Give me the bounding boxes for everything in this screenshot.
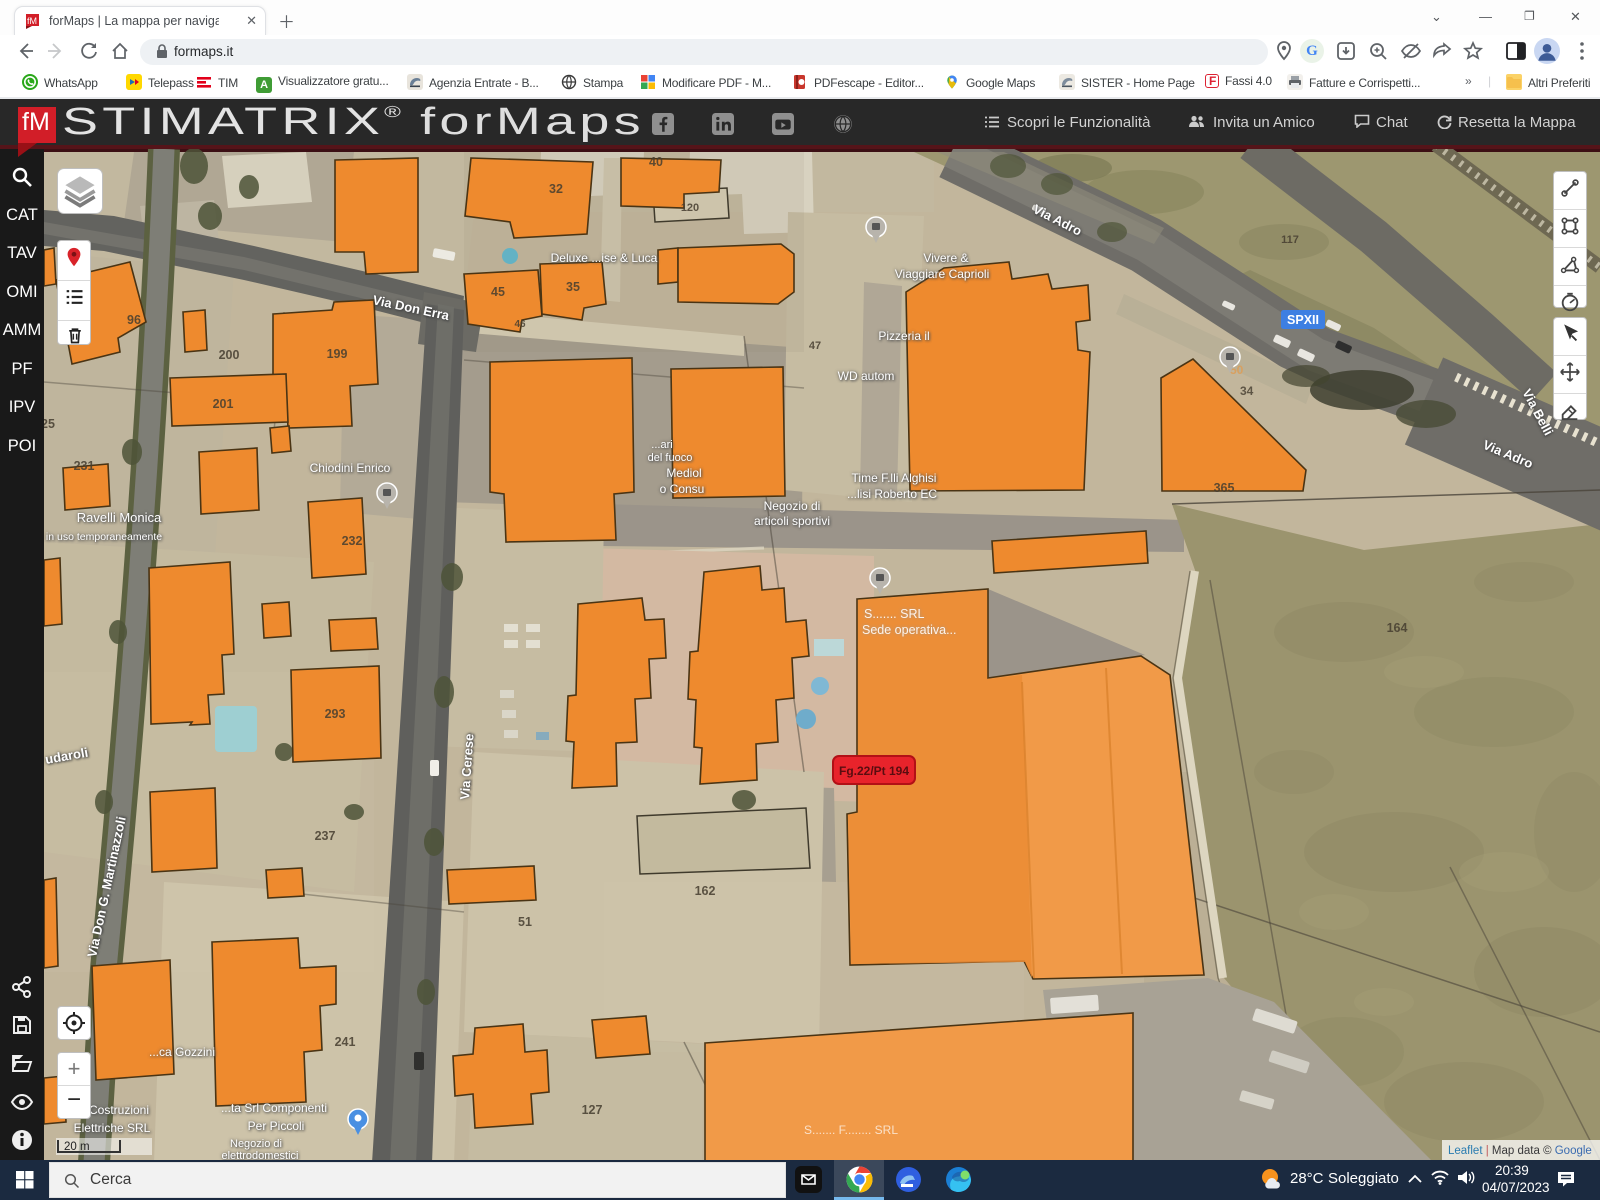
svg-text:...lisi Roberto EC: ...lisi Roberto EC <box>847 487 937 501</box>
svg-text:199: 199 <box>327 347 348 361</box>
svg-text:Per Piccoli: Per Piccoli <box>248 1119 305 1133</box>
svg-text:...ta Srl Componenti: ...ta Srl Componenti <box>221 1101 327 1115</box>
svg-text:Vivere &: Vivere & <box>923 251 968 265</box>
svg-text:fM: fM <box>27 16 37 26</box>
svg-text:241: 241 <box>335 1035 356 1049</box>
svg-text:231: 231 <box>74 459 95 473</box>
svg-text:Mediol: Mediol <box>666 466 701 480</box>
svg-text:S....... SRL: S....... SRL <box>864 607 924 621</box>
svg-text:elettrodomestici: elettrodomestici <box>221 1150 298 1160</box>
svg-text:96: 96 <box>127 313 141 327</box>
svg-text:46: 46 <box>514 319 526 330</box>
svg-text:34: 34 <box>1240 384 1254 398</box>
svg-text:127: 127 <box>582 1103 603 1117</box>
svg-text:Costruzioni: Costruzioni <box>89 1103 149 1117</box>
svg-text:SPXII: SPXII <box>1287 313 1319 327</box>
svg-text:120: 120 <box>681 202 699 214</box>
svg-text:Elettriche SRL: Elettriche SRL <box>74 1121 151 1135</box>
svg-text:S....... F........ SRL: S....... F........ SRL <box>804 1123 898 1137</box>
svg-text:117: 117 <box>1281 234 1299 246</box>
svg-text:Chiodini Enrico: Chiodini Enrico <box>310 461 391 475</box>
svg-text:Time F.lli Alghisi: Time F.lli Alghisi <box>852 471 937 485</box>
svg-text:Viaggiare Caprioli: Viaggiare Caprioli <box>895 267 990 281</box>
svg-text:51: 51 <box>518 915 532 929</box>
svg-text:201: 201 <box>213 397 234 411</box>
svg-text:Negozio di: Negozio di <box>230 1138 282 1150</box>
svg-text:articoli sportivi: articoli sportivi <box>754 514 830 528</box>
svg-text:in uso temporaneamente: in uso temporaneamente <box>46 531 162 543</box>
svg-text:Pizzeria il: Pizzeria il <box>878 329 929 343</box>
svg-text:Leaflet | Map data © Google: Leaflet | Map data © Google <box>1448 1145 1592 1157</box>
svg-text:Negozio di: Negozio di <box>764 499 821 513</box>
svg-text:32: 32 <box>549 182 563 196</box>
svg-text:del fuoco: del fuoco <box>648 452 693 464</box>
svg-text:293: 293 <box>325 707 346 721</box>
svg-text:Fg.22/Pt 194: Fg.22/Pt 194 <box>839 764 909 778</box>
svg-text:WD autom: WD autom <box>838 369 895 383</box>
svg-text:25: 25 <box>44 417 55 431</box>
svg-text:...ari: ...ari <box>651 439 672 451</box>
svg-text:365: 365 <box>1214 481 1235 495</box>
svg-text:Sede operativa...: Sede operativa... <box>862 623 957 637</box>
svg-text:164: 164 <box>1387 621 1408 635</box>
svg-text:Ravelli Monica: Ravelli Monica <box>77 510 162 525</box>
svg-text:232: 232 <box>342 534 363 548</box>
svg-text:Deluxe ...ise & Luca: Deluxe ...ise & Luca <box>551 251 658 265</box>
svg-text:o Consu: o Consu <box>660 482 705 496</box>
svg-text:45: 45 <box>491 285 505 299</box>
svg-text:237: 237 <box>315 829 336 843</box>
svg-text:200: 200 <box>219 348 240 362</box>
svg-text:20 m: 20 m <box>64 1141 90 1153</box>
svg-text:162: 162 <box>695 884 716 898</box>
svg-text:...ca Gozzini: ...ca Gozzini <box>149 1045 215 1059</box>
svg-text:47: 47 <box>809 340 821 352</box>
svg-text:40: 40 <box>649 155 663 169</box>
svg-text:35: 35 <box>566 280 580 294</box>
